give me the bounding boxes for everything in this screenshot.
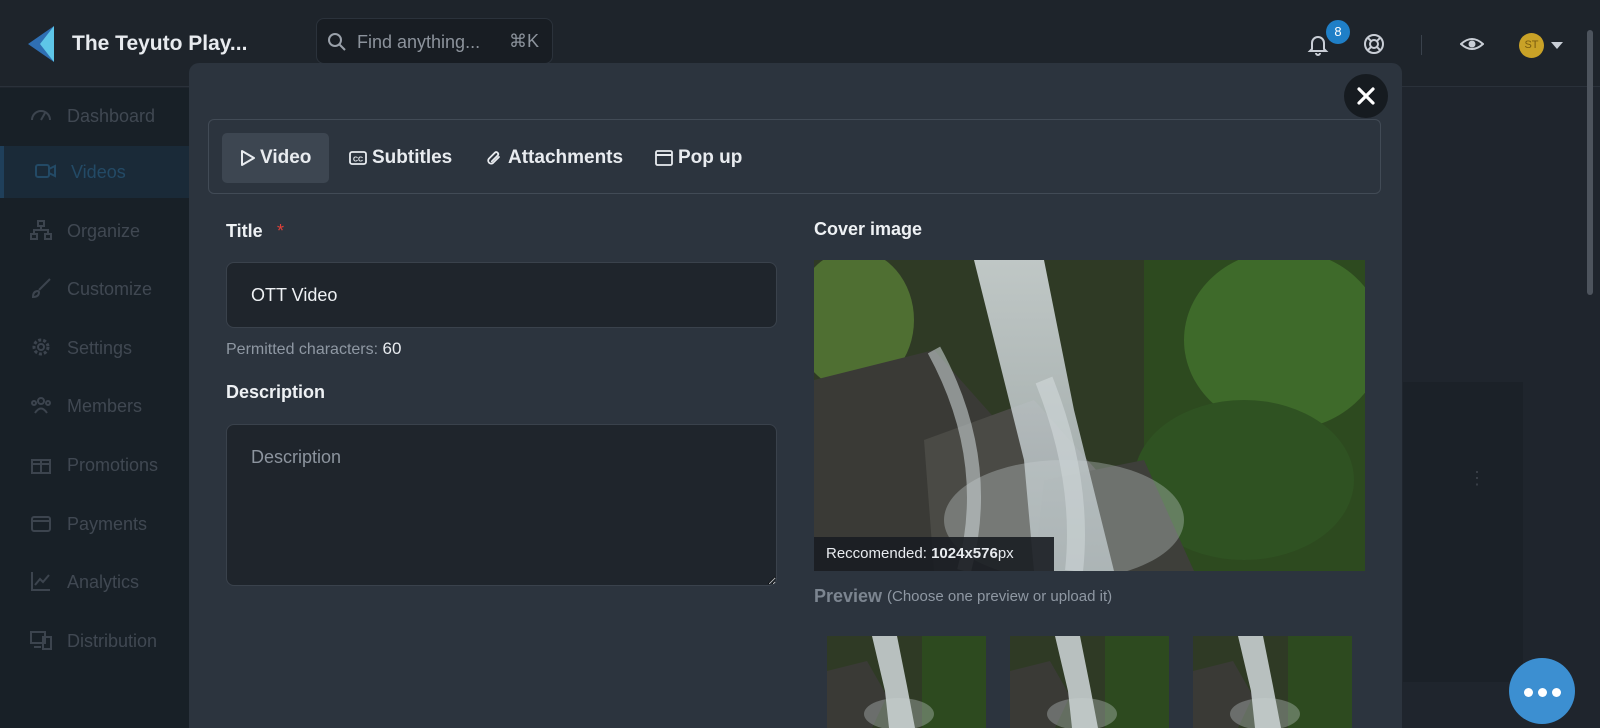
chevron-down-icon[interactable] (1551, 42, 1563, 49)
chat-dot (1524, 688, 1533, 697)
preview-thumbnail[interactable] (1193, 636, 1352, 728)
sidebar-item-analytics[interactable]: Analytics (0, 556, 189, 608)
cover-image-label: Cover image (814, 219, 923, 239)
sidebar-item-label: Promotions (67, 455, 159, 475)
chat-dot (1538, 688, 1547, 697)
brush-icon (31, 278, 51, 299)
notification-badge: 8 (1326, 20, 1350, 44)
sidebar-item-label: Payments (67, 514, 148, 534)
title-label: Title (226, 221, 263, 241)
members-icon (31, 397, 51, 414)
sidebar-item-videos[interactable]: Videos (0, 146, 189, 198)
gear-icon (32, 338, 50, 356)
tab-label: Video (260, 147, 312, 168)
tab-label: Subtitles (372, 147, 453, 168)
paperclip-icon (487, 151, 500, 165)
sidebar-item-members[interactable]: Members (0, 380, 189, 432)
sidebar-item-label: Videos (71, 162, 126, 182)
preview-hint: (Choose one preview or upload it) (887, 588, 1113, 605)
recommended-label: Reccomended: (826, 545, 927, 562)
tab-label: Pop up (678, 147, 743, 168)
sidebar-item-label: Members (67, 396, 143, 416)
cover-image[interactable] (814, 260, 1365, 571)
window-icon (655, 150, 673, 166)
close-icon (1357, 87, 1375, 105)
gift-icon (31, 459, 51, 474)
sidebar-item-dashboard[interactable]: Dashboard (0, 90, 189, 142)
eye-preview-icon[interactable] (1460, 32, 1484, 56)
sidebar-item-organize[interactable]: Organize (0, 205, 189, 257)
sidebar-item-customize[interactable]: Customize (0, 263, 189, 315)
recommended-value: 1024x576 (931, 545, 998, 562)
sidebar-item-label: Analytics (67, 572, 140, 592)
tab-subtitles[interactable]: CC Subtitles (337, 133, 457, 183)
teyuto-logo-icon[interactable] (28, 26, 58, 62)
sidebar-item-settings[interactable]: Settings (0, 322, 189, 374)
modal-tabs: Video CC Subtitles Attachments Pop up (208, 119, 1381, 194)
permitted-characters: Permitted characters: 60 (226, 339, 401, 359)
user-avatar[interactable]: ST (1519, 33, 1544, 58)
title-input[interactable] (226, 262, 777, 328)
more-options-icon: ⋮ (1468, 468, 1486, 488)
search-icon (328, 33, 346, 51)
wallet-icon (31, 516, 51, 532)
description-textarea[interactable] (226, 424, 777, 586)
permitted-characters-value: 60 (382, 339, 402, 358)
chat-widget-button[interactable] (1509, 658, 1575, 724)
sidebar-item-payments[interactable]: Payments (0, 498, 189, 550)
sidebar-item-label: Distribution (67, 631, 158, 651)
close-button[interactable] (1344, 74, 1388, 118)
sidebar-item-label: Dashboard (67, 106, 156, 126)
video-icon (35, 164, 56, 178)
sidebar-item-promotions[interactable]: Promotions (0, 439, 189, 491)
search-box[interactable]: Find anything... ⌘K (316, 18, 553, 64)
recommended-unit: px (997, 545, 1014, 562)
preview-label: Preview (814, 586, 883, 606)
sidebar-item-label: Settings (67, 338, 133, 358)
chat-dot (1552, 688, 1561, 697)
chart-icon (31, 572, 50, 591)
sidebar-item-label: Customize (67, 279, 153, 299)
recommended-size: Reccomended: 1024x576px (814, 537, 1054, 571)
dashboard-icon (31, 110, 51, 121)
organize-icon (30, 220, 52, 240)
sidebar-item-label: Organize (67, 221, 141, 241)
sidebar-item-distribution[interactable]: Distribution (0, 615, 189, 667)
description-label: Description (226, 382, 326, 402)
search-placeholder: Find anything... (357, 32, 481, 52)
svg-text:CC: CC (353, 157, 363, 164)
tab-label: Attachments (508, 147, 624, 168)
cc-icon: CC (349, 151, 367, 165)
sidebar: Dashboard Videos Organize Customize Sett… (0, 88, 189, 728)
permitted-characters-label: Permitted characters: (226, 341, 379, 358)
edit-video-modal: Video CC Subtitles Attachments Pop up Ti… (189, 63, 1402, 728)
page-scrollbar[interactable] (1587, 30, 1593, 295)
preview-thumbnail[interactable] (827, 636, 986, 728)
play-icon (241, 150, 255, 166)
tab-popup[interactable]: Pop up (647, 133, 757, 183)
workspace-name[interactable]: The Teyuto Play... (72, 32, 247, 56)
devices-icon (30, 631, 52, 650)
background-panel (1403, 382, 1523, 682)
toolbar-divider (1421, 35, 1422, 55)
tab-attachments[interactable]: Attachments (477, 133, 627, 183)
preview-thumbnail[interactable] (1010, 636, 1169, 728)
search-shortcut: ⌘K (509, 31, 540, 51)
required-marker: * (277, 221, 285, 241)
tab-video[interactable]: Video (222, 133, 329, 183)
help-lifebuoy-icon[interactable] (1362, 32, 1386, 56)
